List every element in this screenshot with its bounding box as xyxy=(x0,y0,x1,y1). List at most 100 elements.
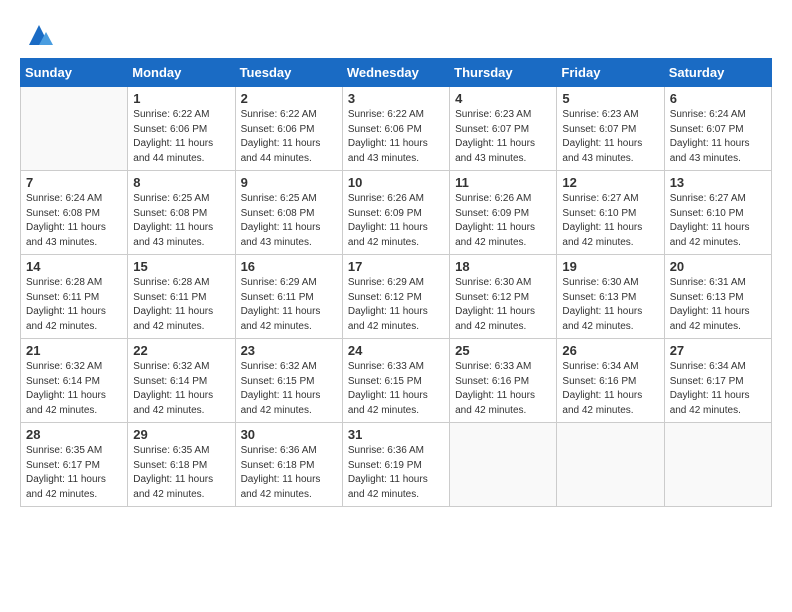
day-number: 27 xyxy=(670,343,766,358)
day-number: 12 xyxy=(562,175,658,190)
day-number: 22 xyxy=(133,343,229,358)
cell-info: Sunrise: 6:33 AMSunset: 6:16 PMDaylight:… xyxy=(455,360,551,418)
calendar-cell: 2 Sunrise: 6:22 AMSunset: 6:06 PMDaylight… xyxy=(235,87,342,171)
day-number: 31 xyxy=(348,427,444,442)
calendar-week-row: 28 Sunrise: 6:35 AMSunset: 6:17 PMDayligh… xyxy=(21,423,772,507)
day-number: 5 xyxy=(562,91,658,106)
day-number: 30 xyxy=(241,427,337,442)
day-number: 6 xyxy=(670,91,766,106)
cell-info: Sunrise: 6:26 AMSunset: 6:09 PMDaylight:… xyxy=(455,192,551,250)
day-number: 28 xyxy=(26,427,122,442)
cell-info: Sunrise: 6:22 AMSunset: 6:06 PMDaylight:… xyxy=(241,108,337,166)
day-number: 17 xyxy=(348,259,444,274)
calendar-week-row: 7 Sunrise: 6:24 AMSunset: 6:08 PMDaylight… xyxy=(21,171,772,255)
cell-info: Sunrise: 6:34 AMSunset: 6:17 PMDaylight:… xyxy=(670,360,766,418)
cell-info: Sunrise: 6:28 AMSunset: 6:11 PMDaylight:… xyxy=(26,276,122,334)
calendar-cell: 20 Sunrise: 6:31 AMSunset: 6:13 PMDayligh… xyxy=(664,255,771,339)
cell-info: Sunrise: 6:23 AMSunset: 6:07 PMDaylight:… xyxy=(455,108,551,166)
cell-info: Sunrise: 6:28 AMSunset: 6:11 PMDaylight:… xyxy=(133,276,229,334)
calendar-header-row: SundayMondayTuesdayWednesdayThursdayFrid… xyxy=(21,59,772,87)
calendar-cell: 21 Sunrise: 6:32 AMSunset: 6:14 PMDayligh… xyxy=(21,339,128,423)
calendar-cell: 1 Sunrise: 6:22 AMSunset: 6:06 PMDaylight… xyxy=(128,87,235,171)
calendar-cell: 16 Sunrise: 6:29 AMSunset: 6:11 PMDayligh… xyxy=(235,255,342,339)
calendar-cell: 29 Sunrise: 6:35 AMSunset: 6:18 PMDayligh… xyxy=(128,423,235,507)
calendar-cell xyxy=(557,423,664,507)
cell-info: Sunrise: 6:26 AMSunset: 6:09 PMDaylight:… xyxy=(348,192,444,250)
day-header-sunday: Sunday xyxy=(21,59,128,87)
day-number: 14 xyxy=(26,259,122,274)
day-header-thursday: Thursday xyxy=(450,59,557,87)
day-header-tuesday: Tuesday xyxy=(235,59,342,87)
calendar-cell: 12Sunrise: 6:27 AMSunset: 6:10 PMDayligh… xyxy=(557,171,664,255)
calendar-cell: 23 Sunrise: 6:32 AMSunset: 6:15 PMDayligh… xyxy=(235,339,342,423)
day-number: 8 xyxy=(133,175,229,190)
calendar-cell: 10 Sunrise: 6:26 AMSunset: 6:09 PMDayligh… xyxy=(342,171,449,255)
calendar-cell xyxy=(664,423,771,507)
day-number: 16 xyxy=(241,259,337,274)
cell-info: Sunrise: 6:22 AMSunset: 6:06 PMDaylight:… xyxy=(133,108,229,166)
day-header-monday: Monday xyxy=(128,59,235,87)
calendar-cell: 24 Sunrise: 6:33 AMSunset: 6:15 PMDayligh… xyxy=(342,339,449,423)
cell-info: Sunrise: 6:25 AMSunset: 6:08 PMDaylight:… xyxy=(133,192,229,250)
cell-info: Sunrise: 6:27 AMSunset: 6:10 PMDaylight:… xyxy=(670,192,766,250)
day-number: 24 xyxy=(348,343,444,358)
cell-info: Sunrise: 6:35 AMSunset: 6:17 PMDaylight:… xyxy=(26,444,122,502)
calendar-cell: 26 Sunrise: 6:34 AMSunset: 6:16 PMDayligh… xyxy=(557,339,664,423)
calendar-cell: 19Sunrise: 6:30 AMSunset: 6:13 PMDayligh… xyxy=(557,255,664,339)
cell-info: Sunrise: 6:30 AMSunset: 6:13 PMDaylight:… xyxy=(562,276,658,334)
day-header-wednesday: Wednesday xyxy=(342,59,449,87)
calendar-cell: 28 Sunrise: 6:35 AMSunset: 6:17 PMDayligh… xyxy=(21,423,128,507)
cell-info: Sunrise: 6:29 AMSunset: 6:11 PMDaylight:… xyxy=(241,276,337,334)
day-number: 10 xyxy=(348,175,444,190)
day-number: 15 xyxy=(133,259,229,274)
cell-info: Sunrise: 6:23 AMSunset: 6:07 PMDaylight:… xyxy=(562,108,658,166)
calendar-cell xyxy=(450,423,557,507)
calendar-cell: 7 Sunrise: 6:24 AMSunset: 6:08 PMDaylight… xyxy=(21,171,128,255)
calendar-cell: 15 Sunrise: 6:28 AMSunset: 6:11 PMDayligh… xyxy=(128,255,235,339)
cell-info: Sunrise: 6:31 AMSunset: 6:13 PMDaylight:… xyxy=(670,276,766,334)
cell-info: Sunrise: 6:25 AMSunset: 6:08 PMDaylight:… xyxy=(241,192,337,250)
calendar-cell: 22 Sunrise: 6:32 AMSunset: 6:14 PMDayligh… xyxy=(128,339,235,423)
day-number: 9 xyxy=(241,175,337,190)
day-header-friday: Friday xyxy=(557,59,664,87)
cell-info: Sunrise: 6:29 AMSunset: 6:12 PMDaylight:… xyxy=(348,276,444,334)
cell-info: Sunrise: 6:32 AMSunset: 6:15 PMDaylight:… xyxy=(241,360,337,418)
calendar-cell: 17 Sunrise: 6:29 AMSunset: 6:12 PMDayligh… xyxy=(342,255,449,339)
calendar-cell: 9 Sunrise: 6:25 AMSunset: 6:08 PMDaylight… xyxy=(235,171,342,255)
logo-icon xyxy=(24,20,54,50)
cell-info: Sunrise: 6:22 AMSunset: 6:06 PMDaylight:… xyxy=(348,108,444,166)
calendar-cell: 4Sunrise: 6:23 AMSunset: 6:07 PMDaylight… xyxy=(450,87,557,171)
cell-info: Sunrise: 6:35 AMSunset: 6:18 PMDaylight:… xyxy=(133,444,229,502)
calendar-cell: 8 Sunrise: 6:25 AMSunset: 6:08 PMDaylight… xyxy=(128,171,235,255)
day-number: 26 xyxy=(562,343,658,358)
day-number: 7 xyxy=(26,175,122,190)
cell-info: Sunrise: 6:36 AMSunset: 6:18 PMDaylight:… xyxy=(241,444,337,502)
day-number: 18 xyxy=(455,259,551,274)
day-number: 29 xyxy=(133,427,229,442)
cell-info: Sunrise: 6:24 AMSunset: 6:08 PMDaylight:… xyxy=(26,192,122,250)
calendar-week-row: 21 Sunrise: 6:32 AMSunset: 6:14 PMDayligh… xyxy=(21,339,772,423)
calendar-cell: 31Sunrise: 6:36 AMSunset: 6:19 PMDayligh… xyxy=(342,423,449,507)
calendar-cell: 18Sunrise: 6:30 AMSunset: 6:12 PMDayligh… xyxy=(450,255,557,339)
calendar-cell: 11Sunrise: 6:26 AMSunset: 6:09 PMDayligh… xyxy=(450,171,557,255)
calendar-cell: 3Sunrise: 6:22 AMSunset: 6:06 PMDaylight… xyxy=(342,87,449,171)
day-number: 20 xyxy=(670,259,766,274)
cell-info: Sunrise: 6:34 AMSunset: 6:16 PMDaylight:… xyxy=(562,360,658,418)
calendar-cell: 5 Sunrise: 6:23 AMSunset: 6:07 PMDaylight… xyxy=(557,87,664,171)
calendar-table: SundayMondayTuesdayWednesdayThursdayFrid… xyxy=(20,58,772,507)
calendar-cell: 6 Sunrise: 6:24 AMSunset: 6:07 PMDaylight… xyxy=(664,87,771,171)
calendar-cell xyxy=(21,87,128,171)
day-number: 2 xyxy=(241,91,337,106)
calendar-week-row: 14 Sunrise: 6:28 AMSunset: 6:11 PMDayligh… xyxy=(21,255,772,339)
calendar-cell: 27 Sunrise: 6:34 AMSunset: 6:17 PMDayligh… xyxy=(664,339,771,423)
cell-info: Sunrise: 6:24 AMSunset: 6:07 PMDaylight:… xyxy=(670,108,766,166)
day-number: 1 xyxy=(133,91,229,106)
page-header xyxy=(20,20,772,50)
cell-info: Sunrise: 6:32 AMSunset: 6:14 PMDaylight:… xyxy=(133,360,229,418)
logo xyxy=(20,20,54,50)
calendar-cell: 25Sunrise: 6:33 AMSunset: 6:16 PMDayligh… xyxy=(450,339,557,423)
cell-info: Sunrise: 6:33 AMSunset: 6:15 PMDaylight:… xyxy=(348,360,444,418)
cell-info: Sunrise: 6:32 AMSunset: 6:14 PMDaylight:… xyxy=(26,360,122,418)
day-number: 21 xyxy=(26,343,122,358)
day-number: 23 xyxy=(241,343,337,358)
